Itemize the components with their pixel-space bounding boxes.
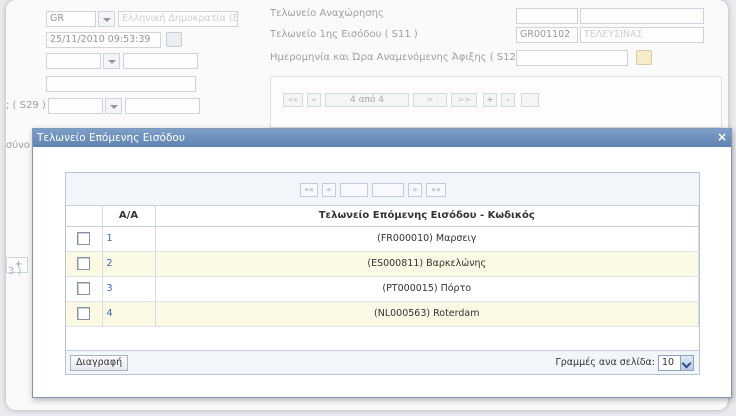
table-row[interactable]: 2 (ES000811) Βαρκελώνης [66,251,699,277]
row-office[interactable]: (FR000010) Μαρσειγ [155,226,699,252]
s29-label: ; ( S29 ) [6,100,46,111]
s29-field[interactable] [48,98,103,114]
row-select-cell [66,276,103,302]
grid-panel: «« « 4 από 4 > >> + - [270,76,722,128]
next-entry-office-dialog: Τελωνείο Επόμενης Εισόδου × «« « » »» A/… [32,128,732,398]
country-name-field: Ελληνική Δημοκρατία (Ελλάδα) [118,11,238,27]
dropdown-icon[interactable] [103,53,120,69]
row-office[interactable]: (NL000563) Roterdam [155,301,699,327]
expected-arrival-label: Ημερομηνία και Ώρα Αναμενόμενης Άφιξης (… [270,52,523,63]
row-select-cell [66,251,103,277]
pager-last-button[interactable]: »» [426,183,446,197]
pager-next-button[interactable]: » [408,183,422,197]
delete-button[interactable]: Διαγραφή [70,355,129,371]
rows-per-page-value: 10 [662,357,675,368]
row-checkbox[interactable] [77,307,91,320]
table-row[interactable]: 4 (NL000563) Roterdam [66,301,699,327]
pager-first-button[interactable]: «« [300,183,318,197]
top-right-field-1[interactable] [516,8,578,24]
table-header-row: A/A Τελωνείο Επόμενης Εισόδου - Κωδικός [66,206,699,227]
grid-pager: «« « » »» [66,173,699,206]
row-checkbox[interactable] [77,282,91,295]
datetime-field[interactable]: 25/11/2010 09:53:39 [46,32,161,48]
blank-field-3[interactable] [46,76,196,92]
rows-per-page-select[interactable]: 10 [658,355,694,371]
table-row[interactable]: 3 (PT000015) Πόρτο [66,276,699,302]
pager-last-button[interactable]: >> [451,93,477,107]
pager-page-input[interactable] [340,183,368,197]
row-select-cell [66,301,103,327]
departure-office-label: Τελωνείο Αναχώρησης [270,8,384,19]
remove-row-button[interactable]: - [501,93,515,107]
pager-page-count [372,183,404,197]
close-icon[interactable]: × [714,130,730,145]
rows-per-page-label: Γραμμές ανα σελίδα: [555,357,655,368]
left-code-partial: 3 ) [8,266,22,277]
s29-field-2[interactable] [125,98,200,114]
dialog-titlebar: Τελωνείο Επόμενης Εισόδου × [33,129,731,147]
first-entry-name-field: ΤΕΛΕΥΣΙΝΑΣ [580,27,704,43]
expected-arrival-field[interactable] [516,50,628,66]
select-column-header [66,206,103,227]
country-dropdown-icon[interactable] [98,11,115,27]
s29-dropdown-icon[interactable] [105,98,122,114]
row-index[interactable]: 4 [102,301,156,327]
row-office[interactable]: (PT000015) Πόρτο [155,276,699,302]
row-index[interactable]: 2 [102,251,156,277]
grid-footer: Διαγραφή Γραμμές ανα σελίδα: 10 [66,350,699,374]
pager-info: 4 από 4 [325,93,409,107]
pager-prev-button[interactable]: « [307,93,321,107]
top-right-field-2[interactable] [580,8,704,24]
table-row[interactable]: 1 (FR000010) Μαρσειγ [66,226,699,252]
pager-first-button[interactable]: «« [283,93,303,107]
first-entry-label: Τελωνείο 1ης Εισόδου ( S11 ) [270,29,418,40]
dialog-title: Τελωνείο Επόμενης Εισόδου [37,132,185,144]
country-code-field[interactable]: GR [46,11,96,27]
calendar-icon-2[interactable] [636,50,652,65]
row-checkbox[interactable] [77,232,91,245]
export-icon[interactable] [521,93,539,107]
row-office[interactable]: (ES000811) Βαρκελώνης [155,251,699,277]
offices-table: A/A Τελωνείο Επόμενης Εισόδου - Κωδικός … [66,206,699,327]
row-checkbox[interactable] [77,257,91,270]
first-entry-code-field[interactable]: GR001102 [516,27,578,43]
row-select-cell [66,226,103,252]
index-column-header[interactable]: A/A [102,206,156,227]
offices-grid: «« « » »» A/A Τελωνείο Επόμενης Εισόδου … [65,172,700,375]
office-column-header[interactable]: Τελωνείο Επόμενης Εισόδου - Κωδικός [155,206,699,227]
row-index[interactable]: 1 [102,226,156,252]
blank-field-1[interactable] [46,53,101,69]
left-partial-label: σύνο [6,140,30,151]
add-row-button[interactable]: + [483,93,497,107]
row-index[interactable]: 3 [102,276,156,302]
chevron-down-icon[interactable] [680,356,693,370]
calendar-icon[interactable] [166,32,182,47]
pager-prev-button[interactable]: « [322,183,336,197]
blank-field-2[interactable] [123,53,198,69]
pager-next-button[interactable]: > [413,93,447,107]
